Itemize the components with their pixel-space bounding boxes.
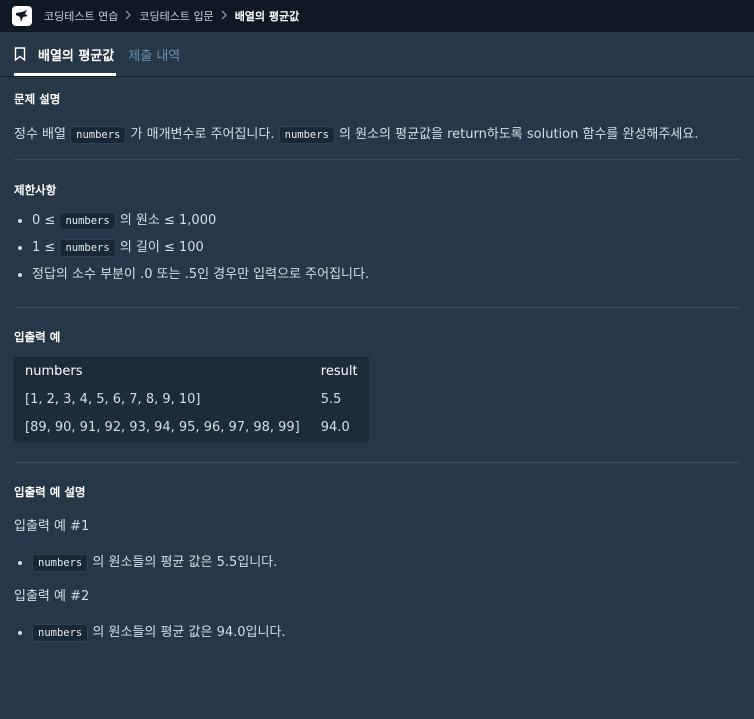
example-text: 의 원소들의 평균 값은 94.0입니다.	[92, 625, 286, 640]
tab-submissions-label: 제출 내역	[128, 48, 181, 64]
list-item: numbers 의 원소들의 평균 값은 94.0입니다.	[32, 621, 740, 642]
io-explanation-heading: 입출력 예 설명	[14, 485, 86, 499]
example-list: numbers 의 원소들의 평균 값은 94.0입니다.	[14, 621, 740, 642]
constraints-list: 0 ≤ numbers 의 원소 ≤ 1,000 1 ≤ numbers 의 길…	[14, 209, 740, 287]
inline-code: numbers	[70, 126, 127, 144]
table-row: [89, 90, 91, 92, 93, 94, 95, 96, 97, 98,…	[14, 413, 369, 442]
tab-problem[interactable]: 배열의 평균값	[14, 32, 117, 76]
logo-icon[interactable]	[12, 6, 32, 26]
table-header: result	[309, 357, 369, 386]
inline-code: numbers	[59, 239, 116, 257]
inline-code: numbers	[278, 126, 335, 144]
table-cell: 94.0	[309, 413, 369, 442]
description-text: 정수 배열 numbers 가 매개변수로 주어집니다. numbers 의 원…	[14, 123, 740, 144]
description-section: 문제 설명 정수 배열 numbers 가 매개변수로 주어집니다. numbe…	[14, 77, 740, 160]
table-cell: [1, 2, 3, 4, 5, 6, 7, 8, 9, 10]	[14, 385, 311, 414]
list-item: 1 ≤ numbers 의 길이 ≤ 100	[32, 236, 740, 263]
io-explanation-section: 입출력 예 설명 입출력 예 #1 numbers 의 원소들의 평균 값은 5…	[14, 463, 740, 642]
table-row: [1, 2, 3, 4, 5, 6, 7, 8, 9, 10] 5.5	[14, 385, 369, 414]
list-item: 정답의 소수 부분이 .0 또는 .5인 경우만 입력으로 주어집니다.	[32, 263, 740, 287]
example-text: 의 원소들의 평균 값은 5.5입니다.	[92, 555, 278, 570]
constraint-post: 의 길이 ≤ 100	[119, 240, 204, 255]
tab-submissions[interactable]: 제출 내역	[128, 32, 180, 76]
chevron-right-icon	[221, 10, 228, 23]
constraint-post: 의 원소 ≤ 1,000	[119, 213, 217, 228]
example-title: 입출력 예 #2	[14, 589, 90, 604]
table-cell: [89, 90, 91, 92, 93, 94, 95, 96, 97, 98,…	[14, 413, 311, 442]
inline-code: numbers	[32, 624, 89, 642]
description-mid: 가 매개변수로 주어집니다.	[130, 127, 275, 142]
example-title: 입출력 예 #1	[14, 519, 90, 534]
io-example-table: numbers result [1, 2, 3, 4, 5, 6, 7, 8, …	[14, 357, 369, 442]
problem-content: 문제 설명 정수 배열 numbers 가 매개변수로 주어집니다. numbe…	[0, 77, 754, 642]
constraints-heading: 제한사항	[14, 183, 57, 197]
chevron-right-icon	[125, 10, 132, 23]
top-navigation-bar: 코딩테스트 연습 코딩테스트 입문 배열의 평균값	[0, 0, 754, 32]
constraint-text: 정답의 소수 부분이 .0 또는 .5인 경우만 입력으로 주어집니다.	[32, 267, 370, 282]
tab-problem-label: 배열의 평균값	[38, 48, 115, 64]
description-post: 의 원소의 평균값을 return하도록 solution 함수를 완성해주세요…	[339, 127, 699, 142]
tab-bar: 배열의 평균값 제출 내역	[0, 32, 754, 77]
description-heading: 문제 설명	[14, 92, 61, 106]
io-example-heading: 입출력 예	[14, 330, 61, 344]
list-item: 0 ≤ numbers 의 원소 ≤ 1,000	[32, 209, 740, 236]
constraints-section: 제한사항 0 ≤ numbers 의 원소 ≤ 1,000 1 ≤ number…	[14, 160, 740, 308]
bookmark-icon[interactable]	[14, 47, 26, 61]
constraint-pre: 0 ≤	[32, 213, 56, 228]
inline-code: numbers	[32, 554, 89, 572]
breadcrumb: 코딩테스트 연습 코딩테스트 입문 배열의 평균값	[44, 8, 299, 24]
list-item: numbers 의 원소들의 평균 값은 5.5입니다.	[32, 551, 740, 572]
io-example-section: 입출력 예 numbers result [1, 2, 3, 4, 5, 6, …	[14, 308, 740, 463]
description-pre: 정수 배열	[14, 127, 66, 142]
breadcrumb-item-intro[interactable]: 코딩테스트 입문	[139, 8, 213, 24]
table-header: numbers	[14, 357, 311, 386]
breadcrumb-current: 배열의 평균값	[234, 10, 300, 23]
table-header-row: numbers result	[14, 357, 369, 386]
breadcrumb-item-practice[interactable]: 코딩테스트 연습	[44, 8, 118, 24]
table-cell: 5.5	[309, 385, 369, 414]
constraint-pre: 1 ≤	[32, 240, 56, 255]
inline-code: numbers	[59, 212, 116, 230]
example-list: numbers 의 원소들의 평균 값은 5.5입니다.	[14, 551, 740, 572]
